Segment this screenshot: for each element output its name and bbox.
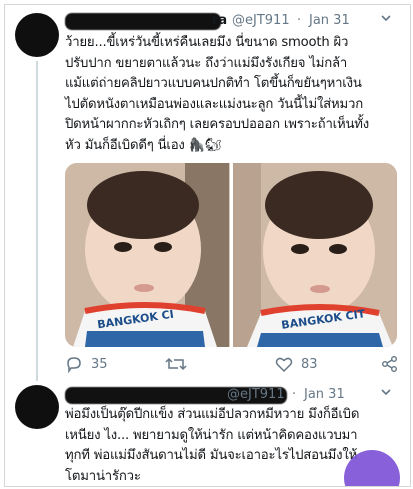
tweet-date[interactable]: Jan 31 — [309, 13, 350, 28]
retweet-button[interactable] — [165, 355, 187, 373]
reply-button[interactable]: 35 — [65, 355, 108, 373]
tweet-actions: 35 83 — [65, 355, 401, 377]
like-button[interactable]: 83 — [275, 355, 318, 373]
chevron-down-icon[interactable] — [380, 386, 392, 401]
reply-icon — [65, 355, 83, 373]
avatar[interactable] — [15, 385, 59, 429]
heart-icon — [275, 355, 293, 373]
like-count: 83 — [301, 356, 318, 372]
tweet-text: ว้ายย...ขี้เหร่วันขี้เหร่คืนเลยมึง นี่ขน… — [65, 35, 370, 153]
tweet-screenshot: ra @eJT911 · Jan 31 ว้ายย...ขี้เหร่วันขี… — [4, 4, 411, 487]
thread-line — [36, 61, 38, 381]
share-icon — [381, 355, 399, 373]
reply-count: 35 — [91, 356, 108, 372]
avatar[interactable] — [15, 13, 59, 57]
date-separator: · — [292, 387, 297, 402]
share-button[interactable] — [381, 355, 399, 373]
redacted-display-name — [65, 13, 221, 30]
baby-photo-left[interactable]: BANGKOK CI — [65, 163, 230, 347]
username[interactable]: @eJT911 — [227, 387, 285, 402]
display-name-visible-tail: ra — [212, 13, 228, 28]
tweet-date[interactable]: Jan 31 — [304, 387, 345, 402]
date-separator: · — [297, 13, 302, 28]
baby-photo-right[interactable]: BANGKOK CIT — [232, 163, 397, 347]
retweet-icon — [165, 355, 187, 373]
chevron-down-icon[interactable] — [380, 12, 392, 27]
username[interactable]: @eJT911 — [232, 13, 290, 28]
tweet-media[interactable]: BANGKOK CI BANGKOK CIT — [65, 163, 397, 347]
